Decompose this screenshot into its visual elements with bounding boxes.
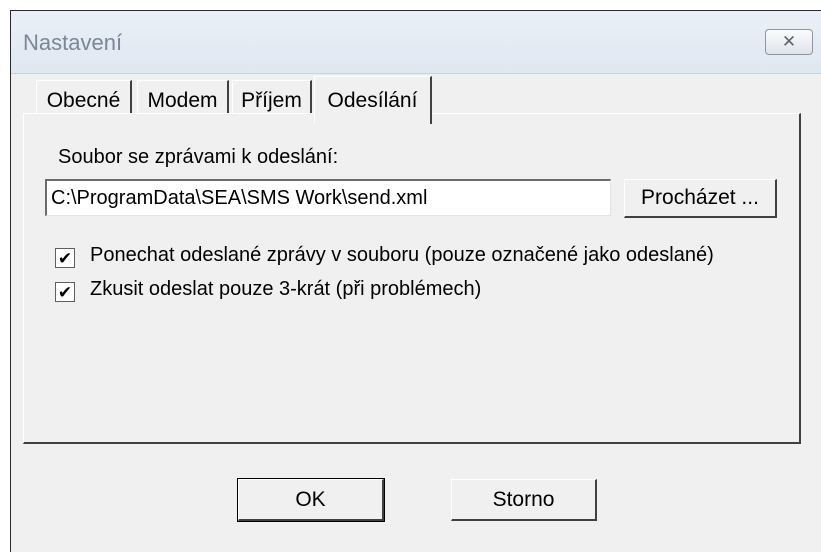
file-label: Soubor se zprávami k odeslání: [58,146,339,168]
ok-button-label: OK [295,487,326,511]
close-button[interactable]: ✕ [765,29,813,55]
keep-sent-checkbox[interactable]: ✔ [55,248,75,268]
retry-checkbox[interactable]: ✔ [55,282,75,302]
checkmark-icon: ✔ [57,282,73,302]
ok-button[interactable]: OK [237,478,385,522]
cancel-button-label: Storno [492,487,555,511]
tab-label: Odesílání [327,88,418,112]
file-path-input[interactable] [45,179,611,216]
cancel-button[interactable]: Storno [451,479,597,521]
window-title: Nastavení [23,30,123,55]
browse-button[interactable]: Procházet ... [624,179,777,218]
tab-odesilani[interactable]: Odesílání [314,76,432,124]
tab-label: Obecné [46,88,121,112]
checkmark-icon: ✔ [57,248,73,268]
tab-label: Modem [147,88,218,112]
title-bar: Nastavení ✕ [11,11,821,74]
close-icon: ✕ [781,32,797,51]
browse-button-label: Procházet ... [641,186,759,209]
tab-label: Příjem [241,88,302,112]
keep-sent-label: Ponechat odeslané zprávy v souboru (pouz… [90,244,714,266]
retry-label: Zkusit odeslat pouze 3-krát (při problém… [90,278,482,300]
